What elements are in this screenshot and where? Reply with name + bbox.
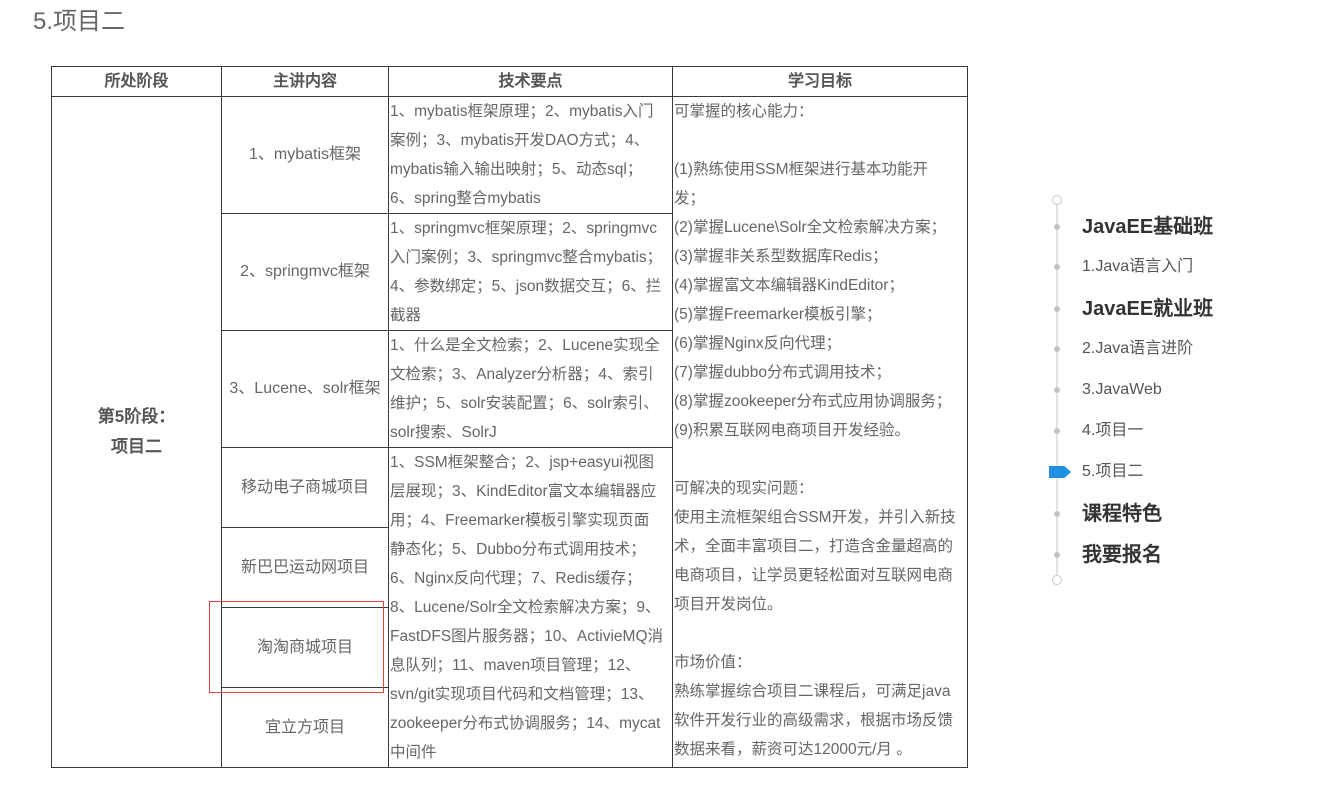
tech-point-line: 8、Lucene/Solr全文检索解决方案；9、 xyxy=(390,599,661,616)
nav-item-label: 2.Java语言进阶 xyxy=(1082,340,1194,357)
tech-points-projects: 1、SSM框架整合；2、jsp+easyui视图 层展现；3、KindEdito… xyxy=(388,447,673,768)
goal-value-title: 市场价值： xyxy=(674,654,752,671)
header-topic: 主讲内容 xyxy=(221,66,389,97)
nav-timeline-end-circle-icon xyxy=(1052,575,1062,585)
nav-item-label: 课程特色 xyxy=(1082,503,1162,525)
goal-core-line: (8)掌握zookeeper分布式应用协调服务； xyxy=(674,393,952,410)
tech-point-line: 用；4、Freemarker模板引擎实现页面 xyxy=(390,512,650,529)
tech-point-line: mybatis输入输出映射；5、动态sql； xyxy=(390,161,643,178)
tech-point-line: 入门案例；3、springmvc整合mybatis； xyxy=(390,249,663,266)
nav-dot-icon xyxy=(1054,428,1060,434)
nav-item-project-two[interactable]: 5.项目二 xyxy=(1040,457,1260,487)
nav-dot-icon xyxy=(1054,511,1060,517)
nav-item-java-intro[interactable]: 1.Java语言入门 xyxy=(1040,252,1260,282)
nav-item-label: JavaEE基础班 xyxy=(1082,216,1214,238)
tech-points-lucene-solr: 1、什么是全文检索；2、Lucene实现全 文检索；3、Analyzer分析器；… xyxy=(388,330,673,448)
goal-core-title: 可掌握的核心能力： xyxy=(674,103,814,120)
goal-problems-title: 可解决的现实问题： xyxy=(674,480,814,497)
nav-item-label: 5.项目二 xyxy=(1082,463,1144,480)
goal-core-line: (1)熟练使用SSM框架进行基本功能开 xyxy=(674,161,929,178)
nav-item-javaee-basic[interactable]: JavaEE基础班 xyxy=(1040,212,1260,242)
course-table: 所处阶段 主讲内容 技术要点 学习目标 第5阶段： 项目二 1、mybatis框… xyxy=(51,66,968,768)
tech-point-line: 1、什么是全文检索；2、Lucene实现全 xyxy=(390,337,660,354)
goal-core-line: (7)掌握dubbo分布式调用技术； xyxy=(674,364,892,381)
goal-core-line: (4)掌握富文本编辑器KindEditor； xyxy=(674,277,904,294)
header-goal: 学习目标 xyxy=(672,66,968,97)
nav-dot-icon xyxy=(1054,306,1060,312)
nav-item-java-advanced[interactable]: 2.Java语言进阶 xyxy=(1040,334,1260,364)
goal-problem-line: 使用主流框架组合SSM开发，并引入新技 xyxy=(674,509,956,526)
header-tech: 技术要点 xyxy=(388,66,673,97)
nav-dot-icon xyxy=(1054,552,1060,558)
topic-mybatis: 1、mybatis框架 xyxy=(221,96,389,214)
goal-value-line: 熟练掌握综合项目二课程后，可满足java xyxy=(674,683,951,700)
tech-point-line: 1、mybatis框架原理；2、mybatis入门 xyxy=(390,103,654,120)
nav-item-label: 我要报名 xyxy=(1082,544,1162,566)
topic-yilifang: 宜立方项目 xyxy=(221,687,389,768)
tech-point-line: 截器 xyxy=(390,307,422,324)
topic-xinbaba-sports: 新巴巴运动网项目 xyxy=(221,527,389,608)
topic-mobile-mall: 移动电子商城项目 xyxy=(221,447,389,528)
goal-core-line: (5)掌握Freemarker模板引擎； xyxy=(674,306,882,323)
tech-point-line: svn/git实现项目代码和文档管理；13、 xyxy=(390,686,654,703)
goal-value-line: 软件开发行业的高级需求，根据市场反馈 xyxy=(674,712,954,729)
tech-point-line: 维护；5、solr安装配置；6、solr索引、 xyxy=(390,395,659,412)
table-header-row: 所处阶段 主讲内容 技术要点 学习目标 xyxy=(51,66,968,97)
goal-core-line: (9)积累互联网电商项目开发经验。 xyxy=(674,422,910,439)
tech-points-springmvc: 1、springmvc框架原理；2、springmvc 入门案例；3、sprin… xyxy=(388,213,673,331)
tech-point-line: 静态化；5、Dubbo分布式调用技术； xyxy=(390,541,646,558)
tech-point-line: zookeeper分布式协调服务；14、mycat xyxy=(390,715,661,732)
nav-item-javaee-employment[interactable]: JavaEE就业班 xyxy=(1040,294,1260,324)
tech-point-line: 6、Nginx反向代理；7、Redis缓存； xyxy=(390,570,642,587)
nav-timeline-start-circle-icon xyxy=(1052,195,1062,205)
nav-item-label: 1.Java语言入门 xyxy=(1082,258,1194,275)
nav-item-project-one[interactable]: 4.项目一 xyxy=(1040,416,1260,446)
tech-point-line: 6、spring整合mybatis xyxy=(390,190,541,207)
nav-item-label: 4.项目一 xyxy=(1082,422,1144,439)
nav-item-label: 3.JavaWeb xyxy=(1082,381,1162,398)
nav-dot-icon xyxy=(1054,224,1060,230)
topic-springmvc: 2、springmvc框架 xyxy=(221,213,389,331)
tech-point-line: 1、SSM框架整合；2、jsp+easyui视图 xyxy=(390,454,655,471)
tech-point-line: 息队列；11、maven项目管理；12、 xyxy=(390,657,641,674)
stage-name: 项目二 xyxy=(111,437,162,456)
nav-dot-icon xyxy=(1054,387,1060,393)
nav-item-course-features[interactable]: 课程特色 xyxy=(1040,499,1260,529)
tech-point-line: 中间件 xyxy=(390,744,437,761)
topic-lucene-solr: 3、Lucene、solr框架 xyxy=(221,330,389,448)
tech-point-line: 层展现；3、KindEditor富文本编辑器应 xyxy=(390,483,657,500)
page-title: 5.项目二 xyxy=(33,8,126,35)
goal-problem-line: 术，全面丰富项目二，打造含金量超高的 xyxy=(674,538,954,555)
tech-points-mybatis: 1、mybatis框架原理；2、mybatis入门 案例；3、mybatis开发… xyxy=(388,96,673,214)
nav-item-label: JavaEE就业班 xyxy=(1082,298,1214,320)
tech-point-line: 1、springmvc框架原理；2、springmvc xyxy=(390,220,657,237)
tech-point-line: 文检索；3、Analyzer分析器；4、索引 xyxy=(390,366,654,383)
learning-goals-cell: 可掌握的核心能力： (1)熟练使用SSM框架进行基本功能开 发； (2)掌握Lu… xyxy=(672,96,968,768)
header-stage: 所处阶段 xyxy=(51,66,222,97)
goal-core-line: (6)掌握Nginx反向代理； xyxy=(674,335,842,352)
nav-item-javaweb[interactable]: 3.JavaWeb xyxy=(1040,375,1260,405)
stage-label: 第5阶段： xyxy=(97,407,176,426)
goal-problem-line: 电商项目，让学员更轻松面对互联网电商 xyxy=(674,567,954,584)
stage-cell: 第5阶段： 项目二 xyxy=(51,96,222,768)
goal-value-line: 数据来看，薪资可达12000元/月 。 xyxy=(674,741,912,758)
goal-core-line: (2)掌握Lucene\Solr全文检索解决方案； xyxy=(674,219,947,236)
tech-point-line: FastDFS图片服务器；10、ActivieMQ消 xyxy=(390,628,664,645)
nav-item-signup[interactable]: 我要报名 xyxy=(1040,540,1260,570)
tech-point-line: solr搜索、SolrJ xyxy=(390,424,497,441)
topic-taotao-mall: 淘淘商城项目 xyxy=(221,607,389,688)
nav-dot-icon xyxy=(1054,264,1060,270)
goal-problem-line: 项目开发岗位。 xyxy=(674,596,783,613)
nav-dot-icon xyxy=(1054,346,1060,352)
table-row: 第5阶段： 项目二 1、mybatis框架 1、mybatis框架原理；2、my… xyxy=(51,96,968,768)
goal-core-line: 发； xyxy=(674,190,706,207)
tech-point-line: 4、参数绑定；5、json数据交互；6、拦 xyxy=(390,278,662,295)
tech-point-line: 案例；3、mybatis开发DAO方式；4、 xyxy=(390,132,650,149)
goal-core-line: (3)掌握非关系型数据库Redis； xyxy=(674,248,888,265)
active-marker-icon xyxy=(1049,466,1071,478)
